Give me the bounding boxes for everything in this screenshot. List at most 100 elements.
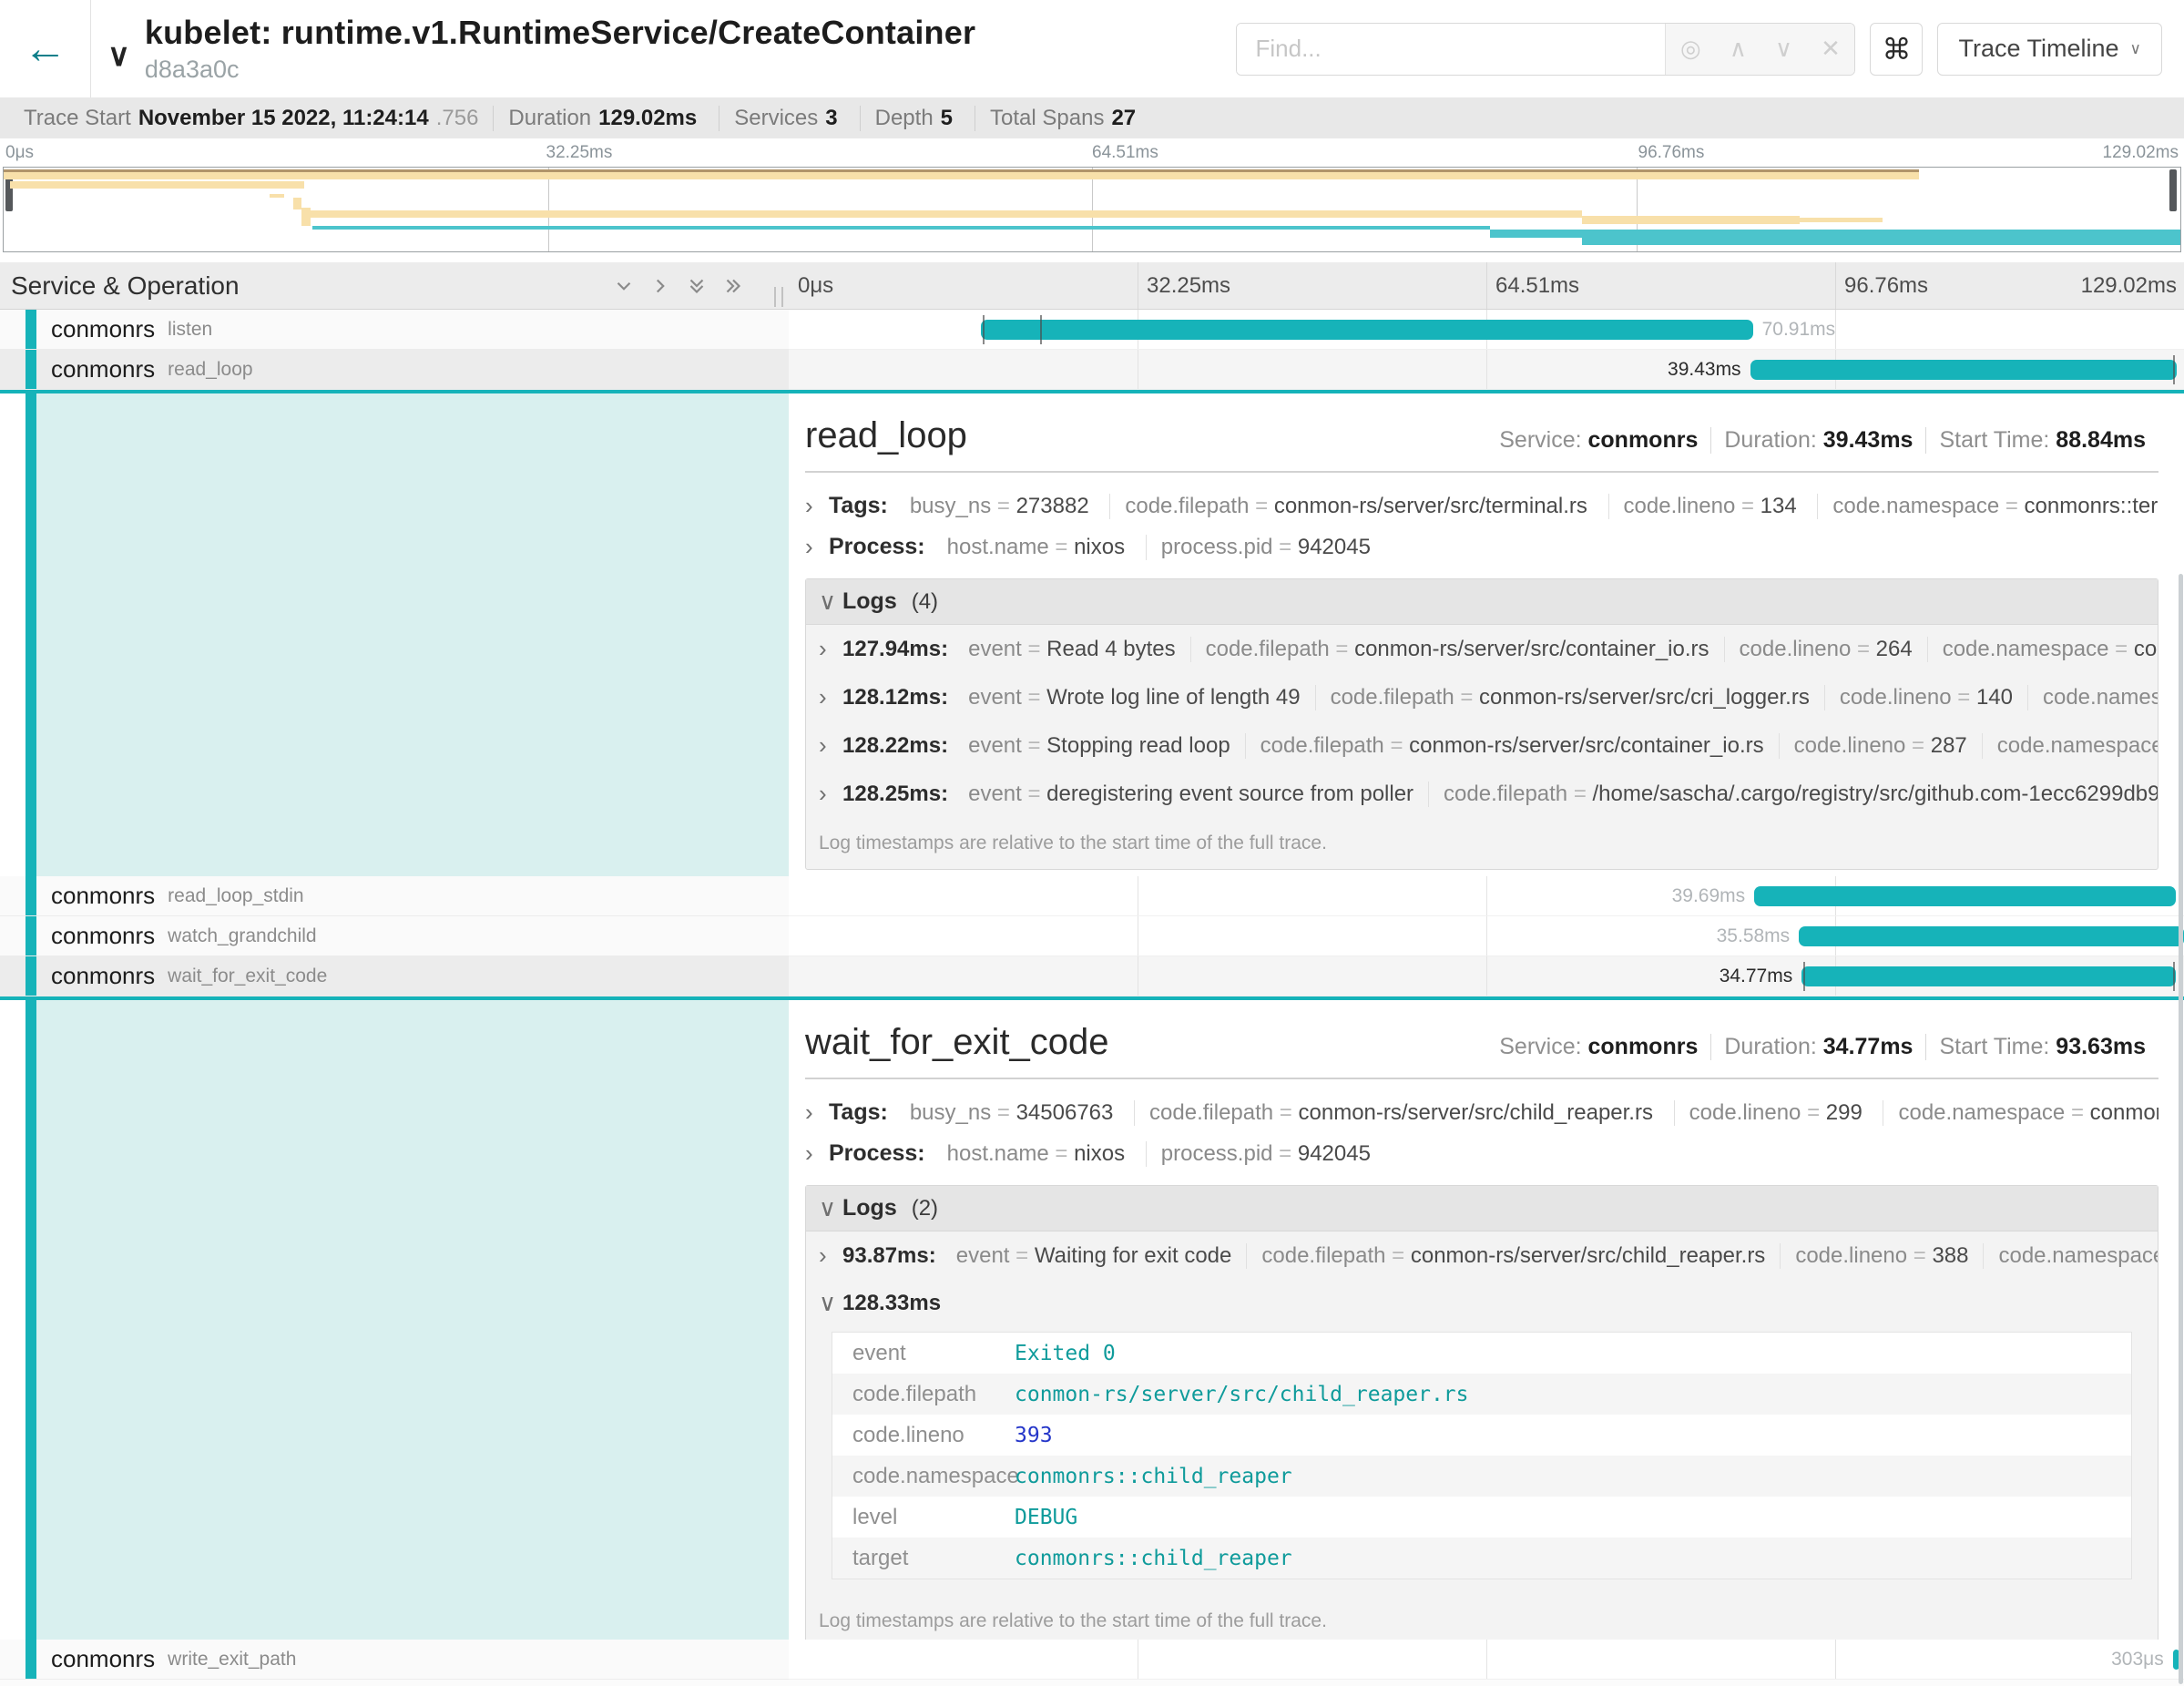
span-row-read-loop[interactable]: conmonrs read_loop 39.43ms xyxy=(0,350,2184,390)
chevron-down-icon[interactable]: ∨ xyxy=(819,1289,842,1317)
span-bar[interactable] xyxy=(1754,886,2176,906)
span-bar[interactable] xyxy=(1801,966,2176,986)
log-field: code.namespace = conmon... xyxy=(1982,733,2158,759)
trace-minimap[interactable] xyxy=(3,167,2181,252)
logs-header[interactable]: ∨ Logs (4) xyxy=(806,579,2158,625)
find-bar: ◎ ∧ ∨ ✕ xyxy=(1236,23,1855,76)
log-entry[interactable]: › 128.25ms: event = deregistering event … xyxy=(806,770,2158,818)
span-duration-label: 35.58ms xyxy=(1717,916,1791,956)
log-field-row: code.namespace conmonrs::child_reaper xyxy=(832,1456,2131,1497)
span-timeline-cell[interactable]: 70.91ms xyxy=(789,310,2184,350)
chevron-right-icon[interactable]: › xyxy=(819,731,842,760)
log-entry-expanded[interactable]: ∨ 128.33ms xyxy=(806,1280,2158,1321)
log-field: event = Stopping read loop xyxy=(954,733,1245,759)
chevron-down-icon[interactable]: ∨ xyxy=(819,1194,842,1222)
span-color-accent xyxy=(26,310,36,349)
expand-all-icon[interactable] xyxy=(721,274,745,298)
minimap-span-bar xyxy=(270,194,285,198)
summary-item: Total Spans 27 xyxy=(975,106,1158,131)
span-bar[interactable] xyxy=(1799,926,2184,946)
minimap-tick: 64.51ms xyxy=(1092,143,1158,163)
tags-section[interactable]: › Tags: busy_ns = 34506763 code.filepath… xyxy=(805,1092,2158,1133)
span-duration-label: 34.77ms xyxy=(1720,956,1793,996)
chevron-right-icon[interactable]: › xyxy=(805,1139,829,1168)
minimap-span-bar xyxy=(312,226,1490,230)
chevron-right-icon[interactable]: › xyxy=(819,635,842,663)
view-selector-button[interactable]: Trace Timeline ∨ xyxy=(1937,23,2162,76)
clear-icon[interactable]: ✕ xyxy=(1821,35,1841,63)
span-detail-read-loop: read_loop Service: conmonrs Duration: 39… xyxy=(0,393,2184,876)
span-timeline-cell[interactable]: 35.58ms xyxy=(789,916,2184,956)
span-row-listen[interactable]: conmonrs listen 70.91ms xyxy=(0,310,2184,350)
collapse-all-icon[interactable] xyxy=(685,274,709,298)
chevron-up-icon[interactable]: ∧ xyxy=(1730,35,1747,63)
find-input[interactable] xyxy=(1237,24,1665,75)
chevron-down-icon[interactable]: ∨ xyxy=(819,588,842,616)
expand-one-icon[interactable] xyxy=(648,274,672,298)
log-entry[interactable]: › 128.22ms: event = Stopping read loopco… xyxy=(806,721,2158,770)
span-name-cell[interactable]: conmonrs read_loop_stdin xyxy=(0,876,789,916)
summary-label: Services xyxy=(734,106,818,131)
chevron-right-icon[interactable]: › xyxy=(819,1242,842,1270)
detail-info-value: 34.77ms xyxy=(1823,1034,1914,1059)
page-title: kubelet: runtime.v1.RuntimeService/Creat… xyxy=(145,14,975,51)
column-resizer[interactable] xyxy=(774,287,783,307)
chevron-right-icon[interactable]: › xyxy=(805,1098,829,1127)
logs-box: ∨ Logs (4) › 127.94ms: event = Read 4 by… xyxy=(805,578,2158,870)
tag: code.namespace = conmonrs::child_reap... xyxy=(1883,1100,2158,1126)
locate-icon[interactable]: ◎ xyxy=(1680,35,1701,63)
process-section[interactable]: › Process: host.name = nixos process.pid… xyxy=(805,526,2158,567)
keyboard-shortcuts-button[interactable]: ⌘ xyxy=(1870,23,1923,76)
span-bar[interactable] xyxy=(981,320,1752,340)
span-timeline-cell[interactable]: 39.43ms xyxy=(789,350,2184,390)
detail-title: wait_for_exit_code xyxy=(805,1022,1109,1063)
detail-info-label: Duration: xyxy=(1724,427,1816,453)
span-row-watch-grandchild[interactable]: conmonrs watch_grandchild 35.58ms xyxy=(0,916,2184,956)
vertical-scrollbar[interactable] xyxy=(2179,574,2183,1684)
summary-value: 129.02ms xyxy=(598,106,697,131)
log-field: event = Waiting for exit code xyxy=(942,1243,1247,1269)
collapse-one-icon[interactable] xyxy=(612,274,636,298)
chevron-right-icon[interactable]: › xyxy=(805,492,829,520)
process-section[interactable]: › Process: host.name = nixos process.pid… xyxy=(805,1133,2158,1174)
tags-section[interactable]: › Tags: busy_ns = 273882 code.filepath =… xyxy=(805,485,2158,526)
span-name-cell[interactable]: conmonrs wait_for_exit_code xyxy=(0,956,789,996)
logs-label: Logs xyxy=(842,588,897,615)
detail-info-value: 88.84ms xyxy=(2056,427,2146,453)
span-timeline-cell[interactable]: 34.77ms xyxy=(789,956,2184,996)
back-button[interactable]: ← xyxy=(0,0,91,97)
span-timeline-cell[interactable]: 303μs xyxy=(789,1640,2184,1680)
chevron-down-icon[interactable]: ∨ xyxy=(107,25,130,74)
log-marker xyxy=(1803,962,1805,991)
chevron-right-icon[interactable]: › xyxy=(819,683,842,711)
log-field: event = Wrote log line of length 49 xyxy=(954,685,1314,710)
detail-title: read_loop xyxy=(805,415,967,456)
chevron-right-icon[interactable]: › xyxy=(805,533,829,561)
logs-count: (2) xyxy=(912,1196,938,1221)
log-entry[interactable]: › 128.12ms: event = Wrote log line of le… xyxy=(806,673,2158,721)
log-entry[interactable]: › 127.94ms: event = Read 4 bytescode.fil… xyxy=(806,625,2158,673)
summary-item: Depth 5 xyxy=(860,106,975,131)
log-field-row: code.lineno 393 xyxy=(832,1415,2131,1456)
span-name-cell[interactable]: conmonrs listen xyxy=(0,310,789,350)
log-timestamp: 128.33ms xyxy=(842,1291,941,1316)
minimap-scrubber-right[interactable] xyxy=(2169,169,2177,211)
log-field-row: event Exited 0 xyxy=(832,1333,2131,1374)
minimap-span-bar xyxy=(10,181,304,189)
detail-info-item: Start Time: 88.84ms xyxy=(1925,427,2158,454)
span-row-wait-for-exit-code[interactable]: conmonrs wait_for_exit_code 34.77ms xyxy=(0,956,2184,996)
span-name-cell[interactable]: conmonrs watch_grandchild xyxy=(0,916,789,956)
span-row-write-exit-path[interactable]: conmonrs write_exit_path 303μs xyxy=(0,1640,2184,1680)
logs-header[interactable]: ∨ Logs (2) xyxy=(806,1186,2158,1231)
chevron-down-icon[interactable]: ∨ xyxy=(1775,35,1792,63)
span-timeline-cell[interactable]: 39.69ms xyxy=(789,876,2184,916)
span-name-cell[interactable]: conmonrs read_loop xyxy=(0,350,789,390)
tags-label: Tags: xyxy=(829,493,888,519)
span-row-read-loop-stdin[interactable]: conmonrs read_loop_stdin 39.69ms xyxy=(0,876,2184,916)
minimap-tick: 129.02ms xyxy=(2103,143,2179,163)
span-name-cell[interactable]: conmonrs write_exit_path xyxy=(0,1640,789,1680)
log-field: code.namespace = conmonrs::co... xyxy=(1927,637,2158,662)
span-bar[interactable] xyxy=(1750,360,2178,380)
log-entry[interactable]: › 93.87ms: event = Waiting for exit code… xyxy=(806,1231,2158,1280)
chevron-right-icon[interactable]: › xyxy=(819,780,842,808)
